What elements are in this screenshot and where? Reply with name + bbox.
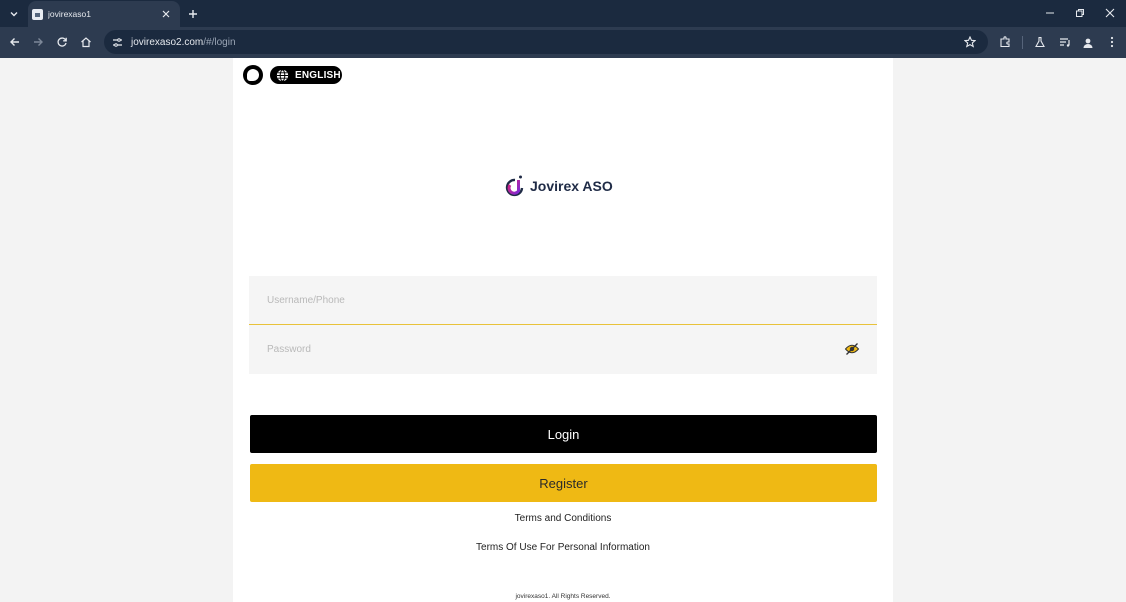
privacy-terms-link[interactable]: Terms Of Use For Personal Information	[233, 542, 893, 553]
forward-arrow-icon	[34, 38, 43, 46]
terms-link[interactable]: Terms and Conditions	[233, 513, 893, 524]
tab-close-button[interactable]	[160, 8, 172, 20]
site-info-icon	[112, 37, 122, 47]
plus-icon	[189, 10, 197, 18]
close-icon	[162, 10, 170, 18]
footer-copyright: jovirexaso1. All Rights Reserved.	[515, 593, 611, 600]
password-visibility-toggle[interactable]	[843, 341, 861, 357]
browser-toolbar: jovirexaso2.com/#/login	[0, 27, 1126, 58]
url-path: /#/login	[203, 36, 236, 48]
restore-icon	[1076, 9, 1084, 17]
brand-name: Jovirex ASO	[530, 178, 613, 194]
login-form	[249, 276, 877, 374]
tab-title: jovirexaso1	[48, 9, 91, 19]
register-button[interactable]: Register	[250, 464, 877, 502]
password-field	[249, 325, 877, 374]
extensions-button[interactable]	[995, 32, 1015, 52]
chevron-down-icon	[10, 11, 18, 16]
minimize-button[interactable]	[1040, 4, 1060, 22]
site-info-button[interactable]	[110, 35, 124, 49]
password-input[interactable]	[249, 325, 877, 374]
username-input[interactable]	[249, 276, 877, 324]
more-menu-icon	[1110, 36, 1114, 48]
globe-icon	[276, 68, 289, 82]
url-domain: jovirexaso2.com	[131, 36, 204, 48]
toolbar-separator	[1022, 36, 1023, 49]
login-button[interactable]: Login	[250, 415, 877, 453]
home-button[interactable]	[76, 32, 96, 52]
chat-bubble-icon	[247, 69, 259, 81]
extensions-icon	[1000, 36, 1010, 48]
url-text: jovirexaso2.com/#/login	[131, 37, 962, 48]
more-menu-button[interactable]	[1102, 32, 1122, 52]
address-bar[interactable]: jovirexaso2.com/#/login	[104, 30, 988, 54]
bookmark-button[interactable]	[962, 34, 978, 50]
page-favicon	[32, 8, 43, 20]
reload-button[interactable]	[52, 32, 72, 52]
profile-icon	[1083, 38, 1092, 48]
brand-logo: Jovirex ASO	[504, 174, 613, 198]
media-queue-icon	[1060, 38, 1070, 47]
labs-button[interactable]	[1030, 32, 1050, 52]
jovirex-logo-icon	[505, 175, 524, 197]
reload-icon	[57, 37, 67, 47]
language-selector[interactable]: ENGLISH	[270, 66, 342, 84]
home-icon	[81, 37, 91, 48]
minimize-icon	[1046, 12, 1054, 14]
back-button[interactable]	[5, 32, 25, 52]
customer-service-button[interactable]	[243, 65, 263, 85]
tab-search-button[interactable]	[4, 4, 24, 23]
eye-slash-icon	[844, 343, 860, 355]
browser-tab-strip: jovirexaso1	[0, 0, 1126, 27]
close-window-button[interactable]	[1100, 4, 1120, 22]
close-window-icon	[1105, 8, 1115, 18]
language-label: ENGLISH	[295, 69, 341, 81]
new-tab-button[interactable]	[184, 5, 202, 23]
forward-button[interactable]	[28, 32, 48, 52]
login-page: ENGLISH Jovirex ASO Username/Phone Login…	[233, 58, 893, 602]
profile-button[interactable]	[1079, 34, 1096, 51]
username-field	[249, 276, 877, 325]
back-arrow-icon	[10, 38, 19, 46]
browser-tab-active[interactable]: jovirexaso1	[28, 1, 180, 27]
labs-flask-icon	[1035, 36, 1045, 48]
bookmark-star-icon	[964, 36, 976, 48]
restore-button[interactable]	[1070, 4, 1090, 22]
media-queue-button[interactable]	[1055, 32, 1075, 52]
